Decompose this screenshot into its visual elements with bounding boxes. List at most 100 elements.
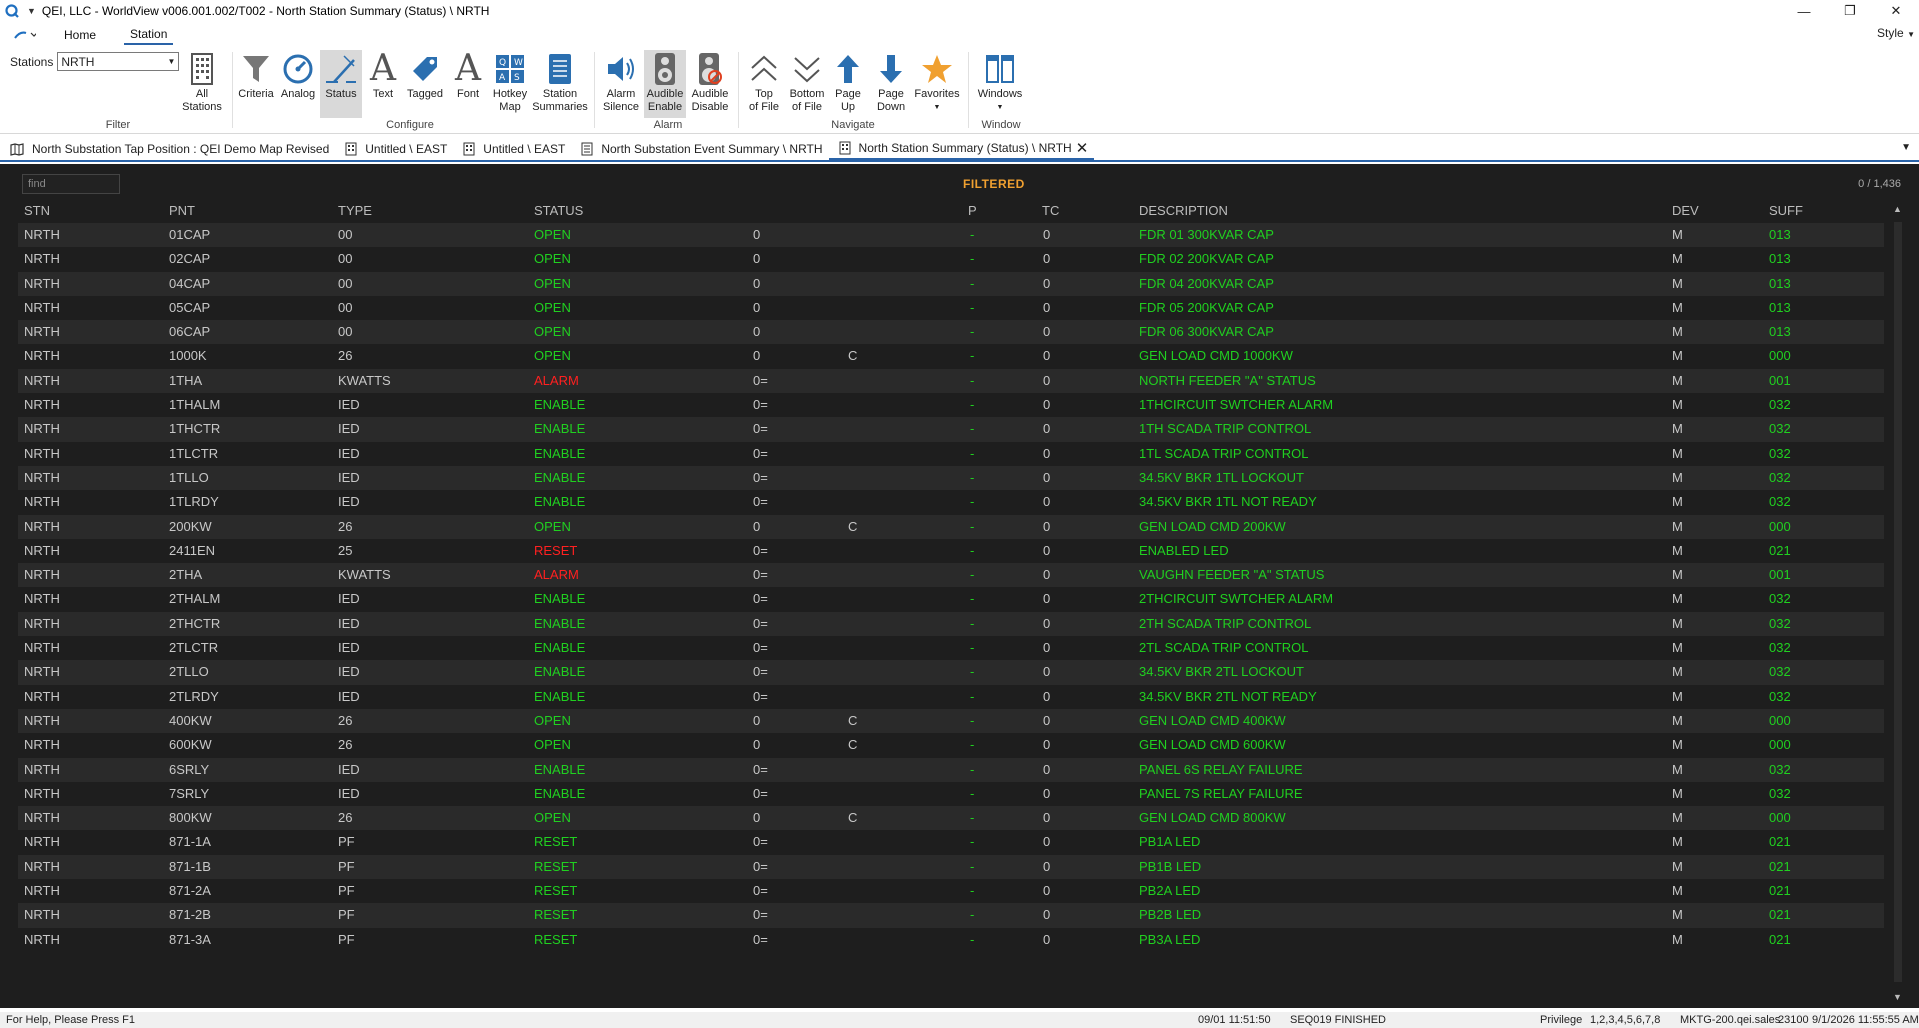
cell-suff: 032 [1769,469,1791,485]
quick-access-icon[interactable] [14,30,36,40]
top-of-file-button[interactable]: Top of File [744,50,784,114]
table-row[interactable]: NRTH 871-2A PF RESET 0= - 0 PB2A LED M 021 [18,879,1884,904]
tab-station[interactable]: Station [124,25,174,45]
stations-select[interactable]: NRTH ▼ [57,52,180,71]
minimize-button[interactable]: — [1781,0,1827,22]
table-row[interactable]: NRTH 2TLLO IED ENABLE 0= - 0 34.5KV BKR 2TL LOC… [18,660,1884,685]
svg-text:S: S [514,73,520,83]
doc-tab-untitled-east-2[interactable]: Untitled \ EAST [453,138,571,160]
col-header-type[interactable]: TYPE [338,203,372,218]
cell-stn: NRTH [24,615,60,631]
col-header-suff[interactable]: SUFF [1769,203,1803,218]
table-row[interactable]: NRTH 800KW 26 OPEN 0 C - 0 GEN LOAD CMD 800KW M 00… [18,806,1884,831]
table-row[interactable]: NRTH 1THA KWATTS ALARM 0= - 0 NORTH FEEDER "A" … [18,368,1884,394]
vertical-scrollbar[interactable]: ▲ ▼ [1891,204,1905,1002]
cell-dev: M [1672,591,1683,607]
table-row[interactable]: NRTH 06CAP 00 OPEN 0 - 0 FDR 06 300KVAR CAP M 013 [18,320,1884,345]
cell-suff: 013 [1769,251,1791,267]
cell-pnt: 2TLRDY [169,688,219,704]
scroll-down-icon[interactable]: ▼ [1893,992,1902,1002]
maximize-button[interactable]: ❐ [1827,0,1873,22]
tab-home[interactable]: Home [58,26,102,44]
hotkey-map-button[interactable]: QWAS Hotkey Map [489,50,531,114]
table-row[interactable]: NRTH 2TLRDY IED ENABLE 0= - 0 34.5KV BKR 2TL NO… [18,684,1884,709]
table-row[interactable]: NRTH 6SRLY IED ENABLE 0= - 0 PANEL 6S RELAY FAI… [18,757,1884,782]
ribbon-divider [968,52,969,128]
cell-suff: 021 [1769,858,1791,874]
cell-desc: PANEL 6S RELAY FAILURE [1139,761,1303,777]
page-up-button[interactable]: Page Up [830,50,866,114]
table-row[interactable]: NRTH 01CAP 00 OPEN 0 - 0 FDR 01 300KVAR CAP M 013 [18,223,1884,248]
tagged-button[interactable]: Tagged [403,50,447,101]
table-row[interactable]: NRTH 02CAP 00 OPEN 0 - 0 FDR 02 200KVAR CAP M 013 [18,247,1884,272]
criteria-button[interactable]: Criteria [236,50,276,101]
find-placeholder: find [28,178,46,190]
doc-tab-event-summary[interactable]: North Substation Event Summary \ NRTH [571,138,828,160]
table-row[interactable]: NRTH 871-1B PF RESET 0= - 0 PB1B LED M 021 [18,854,1884,880]
table-row[interactable]: NRTH 2TLCTR IED ENABLE 0= - 0 2TL SCADA TRIP CO… [18,636,1884,661]
table-row[interactable]: NRTH 2THA KWATTS ALARM 0= - 0 VAUGHN FEEDER "A"… [18,563,1884,588]
col-header-status[interactable]: STATUS [534,203,583,218]
table-row[interactable]: NRTH 1TLCTR IED ENABLE 0= - 0 1TL SCADA TRIP CO… [18,441,1884,466]
table-row[interactable]: NRTH 871-3A PF RESET 0= - 0 PB3A LED M 021 [18,927,1884,952]
style-menu[interactable]: Style ▼ [1877,26,1915,40]
table-row[interactable]: NRTH 600KW 26 OPEN 0 C - 0 GEN LOAD CMD 600KW M 00… [18,733,1884,758]
cell-c: C [848,712,858,728]
windows-button[interactable]: Windows ▼ [974,50,1026,114]
title-bar: ▼ QEI, LLC - WorldView v006.001.002/T002… [0,0,1919,22]
audible-enable-button[interactable]: Audible Enable [644,50,686,118]
table-row[interactable]: NRTH 2THCTR IED ENABLE 0= - 0 2TH SCADA TRIP CO… [18,611,1884,637]
system-menu-icon[interactable]: ▼ [27,6,36,16]
table-row[interactable]: NRTH 400KW 26 OPEN 0 C - 0 GEN LOAD CMD 400KW M 00… [18,708,1884,734]
audible-disable-button[interactable]: Audible Disable [688,50,732,114]
close-tab-icon[interactable]: ✕ [1076,139,1089,157]
tab-list-chevron-icon[interactable]: ▼ [1901,142,1911,153]
col-header-stn[interactable]: STN [24,203,50,218]
cell-dev: M [1672,712,1683,728]
table-row[interactable]: NRTH 1000K 26 OPEN 0 C - 0 GEN LOAD CMD 1000KW M 0… [18,344,1884,369]
cell-suff: 032 [1769,445,1791,461]
col-header-pnt[interactable]: PNT [169,203,195,218]
alarm-silence-button[interactable]: Alarm Silence [600,50,642,114]
text-icon: A [370,48,396,89]
scroll-up-icon[interactable]: ▲ [1893,204,1902,214]
table-row[interactable]: NRTH 871-1A PF RESET 0= - 0 PB1A LED M 021 [18,830,1884,855]
find-input[interactable]: find [22,174,120,194]
table-row[interactable]: NRTH 2411EN 25 RESET 0= - 0 ENABLED LED M 021 [18,538,1884,564]
table-row[interactable]: NRTH 7SRLY IED ENABLE 0= - 0 PANEL 7S RELAY FAI… [18,781,1884,807]
cell-tc: 0 [1043,785,1051,801]
table-row[interactable]: NRTH 2THALM IED ENABLE 0= - 0 2THCIRCUIT SWTCHE… [18,587,1884,612]
table-row[interactable]: NRTH 05CAP 00 OPEN 0 - 0 FDR 05 200KVAR CAP M 013 [18,295,1884,321]
bottom-of-file-button[interactable]: Bottom of File [786,50,828,114]
text-button[interactable]: A Text [364,50,402,101]
col-header-tc[interactable]: TC [1042,203,1059,218]
table-row[interactable]: NRTH 871-2B PF RESET 0= - 0 PB2B LED M 021 [18,903,1884,928]
station-summaries-button[interactable]: Station Summaries [532,50,588,114]
all-stations-button[interactable]: All Stations [180,50,224,114]
doc-tab-tap-position[interactable]: North Substation Tap Position : QEI Demo… [0,138,335,160]
table-row[interactable]: NRTH 04CAP 00 OPEN 0 - 0 FDR 04 200KVAR CAP M 013 [18,271,1884,296]
table-row[interactable]: NRTH 1TLLO IED ENABLE 0= - 0 34.5KV BKR 1TL LOC… [18,465,1884,491]
page-down-button[interactable]: Page Down [872,50,910,114]
scroll-thumb[interactable] [1894,222,1902,982]
favorites-button[interactable]: Favorites ▼ [912,50,962,114]
font-button[interactable]: A Font [449,50,487,101]
cell-type: 00 [338,275,353,291]
table-row[interactable]: NRTH 200KW 26 OPEN 0 C - 0 GEN LOAD CMD 200KW M 00… [18,514,1884,539]
col-header-description[interactable]: DESCRIPTION [1139,203,1228,218]
doc-tab-untitled-east-1[interactable]: Untitled \ EAST [335,138,453,160]
status-button[interactable]: Status [320,50,362,118]
close-button[interactable]: ✕ [1873,0,1919,22]
cell-status: OPEN [534,299,571,315]
table-row[interactable]: NRTH 1THALM IED ENABLE 0= - 0 1THCIRCUIT SWTCHE… [18,393,1884,418]
table-row[interactable]: NRTH 1TLRDY IED ENABLE 0= - 0 34.5KV BKR 1TL NO… [18,490,1884,515]
doc-tab-station-summary[interactable]: North Station Summary (Status) \ NRTH ✕ [828,138,1095,160]
analog-button[interactable]: Analog [278,50,318,101]
cell-stn: NRTH [24,834,60,850]
ribbon-divider [594,52,595,128]
col-header-dev[interactable]: DEV [1672,203,1699,218]
qei-logo-icon[interactable] [3,2,21,20]
cell-desc: 1THCIRCUIT SWTCHER ALARM [1139,397,1334,413]
col-header-p[interactable]: P [968,203,977,218]
table-row[interactable]: NRTH 1THCTR IED ENABLE 0= - 0 1TH SCADA TRIP CO… [18,417,1884,442]
